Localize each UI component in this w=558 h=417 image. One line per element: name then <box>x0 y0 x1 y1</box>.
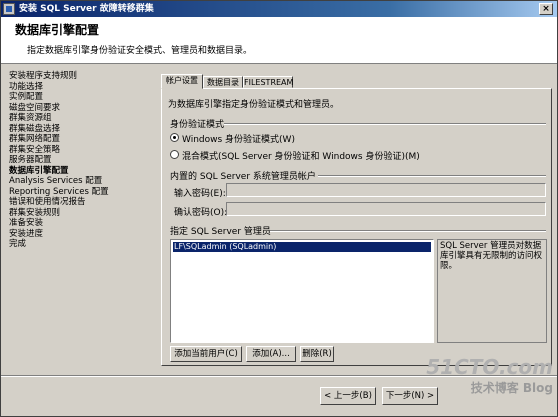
admins-note: SQL Server 管理员对数据库引擎具有无限制的访问权限。 <box>437 239 547 343</box>
step-item[interactable]: 安装程序支持规则 <box>9 71 159 82</box>
watermark-line2: 技术博客 Blog <box>470 381 553 395</box>
step-item[interactable]: 错误和使用情况报告 <box>9 197 159 208</box>
step-item-current[interactable]: 数据库引擎配置 <box>9 166 159 177</box>
add-current-user-button[interactable]: 添加当前用户(C) <box>170 346 242 362</box>
title-bar: 安装 SQL Server 故障转移群集 × <box>1 1 557 17</box>
admins-separator <box>270 230 546 232</box>
steps-sidebar: 安装程序支持规则 功能选择 实例配置 磁盘空间要求 群集资源组 群集磁盘选择 群… <box>9 71 159 250</box>
intro-text: 为数据库引擎指定身份验证模式和管理员。 <box>168 100 340 110</box>
page-subtitle: 指定数据库引擎身份验证安全模式、管理员和数据目录。 <box>27 46 253 56</box>
account-settings-page: 为数据库引擎指定身份验证模式和管理员。 身份验证模式 Windows 身份验证模… <box>161 88 552 366</box>
step-item[interactable]: 准备安装 <box>9 218 159 229</box>
windows-auth-radio[interactable] <box>170 133 179 142</box>
footer-separator <box>1 375 557 377</box>
admins-listbox[interactable]: LF\SQLadmin (SQLadmin) <box>170 239 434 343</box>
remove-button[interactable]: 删除(R) <box>300 346 334 362</box>
auth-mode-separator <box>224 123 546 125</box>
auth-mode-heading: 身份验证模式 <box>170 120 225 130</box>
next-button[interactable]: 下一步(N) > <box>382 387 438 405</box>
tab-account-settings[interactable]: 帐户设置 <box>161 74 203 89</box>
step-item[interactable]: 磁盘空间要求 <box>9 103 159 114</box>
builtin-admin-separator <box>318 175 546 177</box>
confirm-password-label: 确认密码(O): <box>174 208 228 218</box>
step-item[interactable]: 群集磁盘选择 <box>9 124 159 135</box>
mixed-mode-label[interactable]: 混合模式(SQL Server 身份验证和 Windows 身份验证)(M) <box>182 149 420 162</box>
password-field[interactable] <box>226 183 546 197</box>
step-item[interactable]: 完成 <box>9 239 159 250</box>
admin-list-item-selected[interactable]: LF\SQLadmin (SQLadmin) <box>173 242 431 252</box>
step-item[interactable]: 功能选择 <box>9 82 159 93</box>
confirm-password-field[interactable] <box>226 202 546 216</box>
window-title: 安装 SQL Server 故障转移群集 <box>19 4 154 14</box>
step-item[interactable]: 服务器配置 <box>9 155 159 166</box>
config-panel: 帐户设置 数据目录 FILESTREAM 为数据库引擎指定身份验证模式和管理员。… <box>161 74 552 366</box>
setup-app-icon <box>3 3 15 15</box>
add-button[interactable]: 添加(A)... <box>246 346 296 362</box>
tab-filestream[interactable]: FILESTREAM <box>243 76 293 88</box>
step-item[interactable]: 群集资源组 <box>9 113 159 124</box>
windows-auth-label[interactable]: Windows 身份验证模式(W) <box>182 132 295 145</box>
step-item[interactable]: 群集安装规则 <box>9 208 159 219</box>
step-item[interactable]: Reporting Services 配置 <box>9 187 159 198</box>
installer-window: 安装 SQL Server 故障转移群集 × 数据库引擎配置 指定数据库引擎身份… <box>0 0 558 417</box>
page-title: 数据库引擎配置 <box>15 23 100 37</box>
builtin-admin-heading: 内置的 SQL Server 系统管理员帐户 <box>170 172 316 182</box>
step-item[interactable]: 群集安全策略 <box>9 145 159 156</box>
step-item[interactable]: 安装进度 <box>9 229 159 240</box>
password-label: 输入密码(E): <box>174 189 226 199</box>
admins-heading: 指定 SQL Server 管理员 <box>170 227 271 237</box>
step-item[interactable]: 实例配置 <box>9 92 159 103</box>
page-header: 数据库引擎配置 指定数据库引擎身份验证安全模式、管理员和数据目录。 <box>1 17 557 64</box>
close-button[interactable]: × <box>539 3 553 15</box>
back-button[interactable]: < 上一步(B) <box>320 387 376 405</box>
mixed-mode-radio[interactable] <box>170 150 179 159</box>
tab-data-directories[interactable]: 数据目录 <box>203 76 243 88</box>
step-item[interactable]: 群集网络配置 <box>9 134 159 145</box>
step-item[interactable]: Analysis Services 配置 <box>9 176 159 187</box>
